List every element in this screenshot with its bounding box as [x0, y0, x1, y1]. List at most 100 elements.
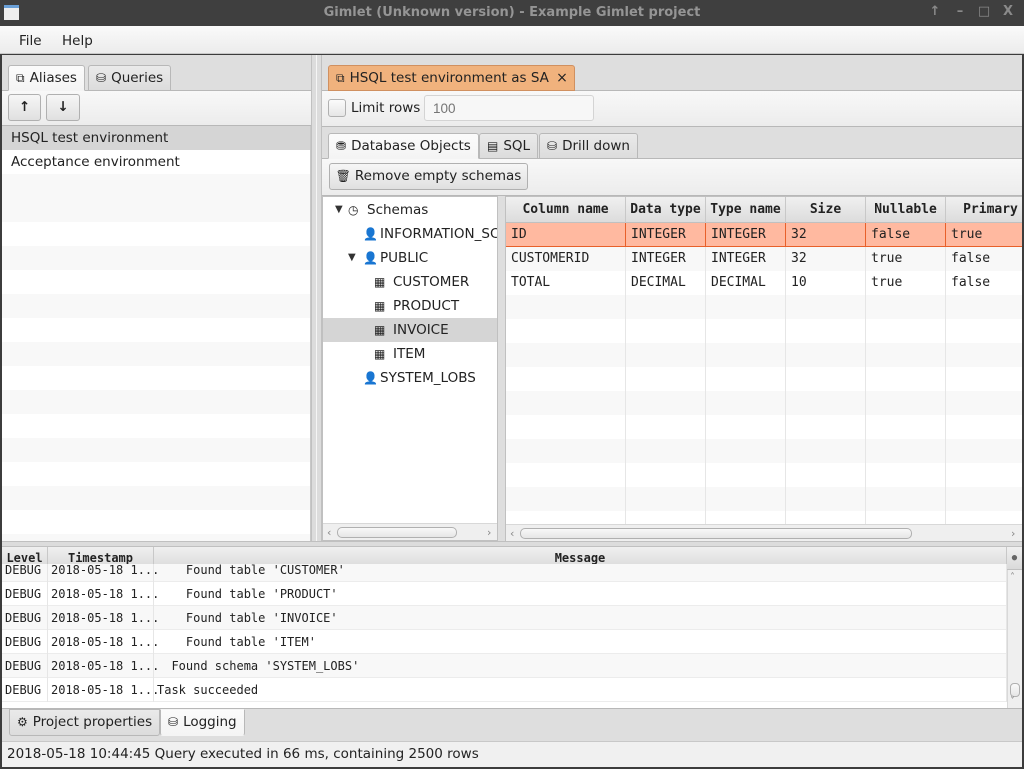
minimize-button[interactable]: – [951, 4, 969, 22]
tree-horizontal-scrollbar[interactable]: ‹ › [323, 523, 497, 540]
table-cell [946, 343, 1022, 367]
column-header[interactable]: Nullable [866, 197, 946, 223]
column-header[interactable]: Primary [946, 197, 1022, 223]
vertical-splitter[interactable] [311, 55, 322, 541]
table-cell [786, 463, 866, 487]
table-cell [626, 487, 706, 511]
scroll-up-icon[interactable]: ˄ [1010, 572, 1015, 583]
table-cell [786, 391, 866, 415]
scroll-thumb[interactable] [337, 527, 457, 538]
table-cell [866, 343, 946, 367]
scroll-right-icon[interactable]: › [1011, 525, 1015, 541]
table-cell [506, 295, 626, 319]
menu-file[interactable]: File [19, 33, 42, 49]
table-cell [946, 439, 1022, 463]
table-cell [866, 295, 946, 319]
columns-table: Column name Data type Type name Size Nul… [505, 196, 1022, 541]
column-menu-icon[interactable]: ● [1007, 547, 1022, 570]
table-cell: true [866, 271, 946, 295]
remove-empty-schemas-button[interactable]: 🗑 Remove empty schemas [329, 163, 528, 190]
tab-project-properties[interactable]: ⚙ Project properties [9, 709, 161, 736]
column-header[interactable]: Data type [626, 197, 706, 223]
grid-horizontal-scrollbar[interactable]: ‹ › [506, 524, 1022, 541]
log-row[interactable]: DEBUG 2018-05-18 1... Found table 'INVOIC… [2, 606, 1007, 630]
log-timestamp: 2018-05-18 1... [48, 678, 159, 702]
log-row[interactable]: DEBUG 2018-05-18 1... Found schema 'SYSTE… [2, 654, 1007, 678]
tree-node-table[interactable]: ▦ INVOICE [323, 318, 497, 342]
table-cell: DECIMAL [706, 271, 786, 295]
expand-arrow-icon[interactable]: ▼ [348, 246, 356, 270]
table-row[interactable]: ID INTEGER INTEGER 32 false true [506, 223, 1022, 247]
tree-node-schema[interactable]: 👤 INFORMATION_SCHEMA [323, 222, 497, 246]
tab-database-objects[interactable]: ⛃ Database Objects [328, 133, 479, 159]
menu-help[interactable]: Help [62, 33, 93, 49]
sql-icon: ▤ [487, 139, 499, 153]
tab-logging[interactable]: ⛁ Logging [160, 709, 245, 736]
table-cell [786, 415, 866, 439]
table-cell [706, 295, 786, 319]
log-row[interactable]: DEBUG 2018-05-18 1... Task succeeded [2, 678, 1007, 702]
scroll-thumb[interactable] [1010, 683, 1020, 697]
empty-row [506, 415, 1022, 439]
table-cell [706, 391, 786, 415]
tab-aliases[interactable]: ⧉ Aliases [8, 65, 85, 91]
table-cell [866, 487, 946, 511]
keep-above-button[interactable]: ↑ [926, 4, 944, 22]
table-cell [626, 343, 706, 367]
alias-item[interactable]: HSQL test environment [2, 126, 310, 150]
tree-node-table[interactable]: ▦ PRODUCT [323, 294, 497, 318]
column-header[interactable]: Type name [706, 197, 786, 223]
alias-item[interactable]: Acceptance environment [2, 150, 310, 174]
tab-drill-down-label: Drill down [562, 138, 630, 154]
tree-label: CUSTOMER [393, 274, 470, 290]
scroll-left-icon[interactable]: ‹ [327, 524, 331, 540]
close-window-button[interactable]: X [999, 4, 1017, 22]
tree-node-schemas[interactable]: ▼ ◷ Schemas [323, 198, 497, 222]
log-row[interactable]: DEBUG 2018-05-18 1... Found table 'ITEM' [2, 630, 1007, 654]
table-row[interactable]: CUSTOMERID INTEGER INTEGER 32 true false [506, 247, 1022, 271]
maximize-button[interactable]: □ [975, 4, 993, 22]
move-up-button[interactable]: ↑ [8, 94, 41, 121]
tab-drill-down[interactable]: ⛁ Drill down [539, 133, 638, 159]
tab-connection[interactable]: ⧉ HSQL test environment as SA × [328, 65, 575, 91]
scroll-right-icon[interactable]: › [487, 524, 491, 540]
database-icon: ⛃ [336, 139, 347, 153]
tree-node-schema[interactable]: 👤 SYSTEM_LOBS [323, 366, 497, 390]
column-header[interactable]: Size [786, 197, 866, 223]
log-message: Task succeeded [154, 678, 1007, 702]
tab-queries[interactable]: ⛁ Queries [88, 65, 172, 91]
scroll-thumb[interactable] [520, 528, 912, 539]
right-panel: ⧉ HSQL test environment as SA × Limit row… [322, 55, 1022, 541]
log-vertical-scrollbar[interactable]: ˄ ˅ [1007, 570, 1022, 708]
close-tab-icon[interactable]: × [556, 70, 568, 86]
tree-node-table[interactable]: ▦ CUSTOMER [323, 270, 497, 294]
status-bar: 2018-05-18 10:44:45 Query executed in 66… [2, 741, 1022, 767]
empty-row [2, 222, 310, 246]
column-header[interactable]: Column name [506, 197, 626, 223]
log-row[interactable]: DEBUG 2018-05-18 1... Found table 'PRODUC… [2, 582, 1007, 606]
empty-row [2, 198, 310, 222]
table-cell: INTEGER [626, 247, 706, 271]
table-cell [506, 415, 626, 439]
move-down-button[interactable]: ↓ [46, 94, 80, 121]
empty-row [506, 439, 1022, 463]
scroll-down-icon[interactable]: ˅ [1010, 696, 1015, 707]
tree-node-table[interactable]: ▦ ITEM [323, 342, 497, 366]
limit-rows-input[interactable] [424, 95, 594, 121]
scroll-left-icon[interactable]: ‹ [510, 525, 514, 541]
table-cell [706, 415, 786, 439]
log-timestamp: 2018-05-18 1... [48, 582, 159, 606]
table-cell [786, 295, 866, 319]
tree-node-schema[interactable]: ▼ 👤 PUBLIC [323, 246, 497, 270]
tab-sql[interactable]: ▤ SQL [479, 133, 539, 159]
table-row[interactable]: TOTAL DECIMAL DECIMAL 10 true false [506, 271, 1022, 295]
expand-arrow-icon[interactable]: ▼ [335, 198, 343, 222]
log-row[interactable]: DEBUG 2018-05-18 1... Found table 'CUSTOM… [2, 564, 1007, 582]
empty-row [2, 318, 310, 342]
empty-row [506, 463, 1022, 487]
alias-label: HSQL test environment [11, 130, 169, 146]
empty-row [2, 294, 310, 318]
table-cell [626, 367, 706, 391]
empty-row [506, 295, 1022, 319]
limit-rows-checkbox[interactable] [328, 99, 346, 117]
